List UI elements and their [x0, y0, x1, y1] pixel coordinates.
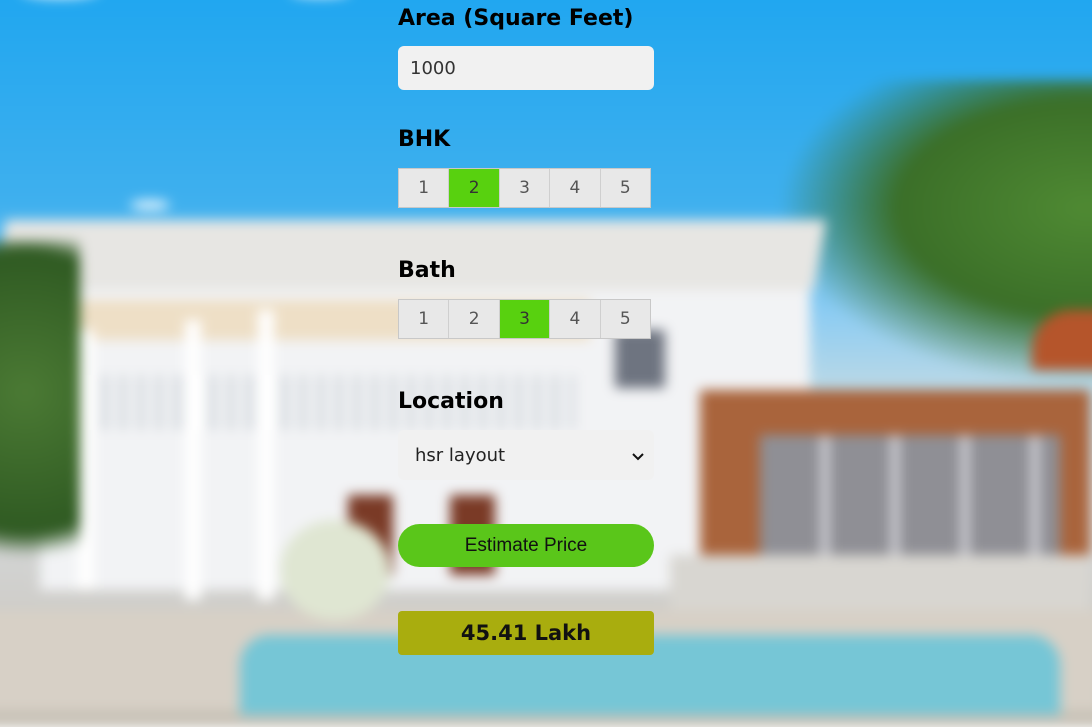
- bhk-option-1[interactable]: 1: [399, 169, 450, 207]
- bath-option-2[interactable]: 2: [449, 300, 500, 338]
- bhk-option-5[interactable]: 5: [600, 169, 651, 207]
- bhk-switch: 1 2 3 4 5: [398, 168, 651, 208]
- bath-option-5[interactable]: 5: [600, 300, 651, 338]
- bhk-label: BHK: [398, 127, 451, 152]
- location-select[interactable]: hsr layout: [398, 430, 654, 480]
- bhk-option-3[interactable]: 3: [499, 169, 551, 207]
- bath-option-1[interactable]: 1: [399, 300, 450, 338]
- location-selected-value: hsr layout: [415, 444, 506, 466]
- bath-option-3[interactable]: 3: [499, 300, 551, 338]
- estimated-price-result: 45.41 Lakh: [398, 611, 654, 655]
- location-label: Location: [398, 389, 504, 414]
- chevron-down-icon: [632, 446, 644, 465]
- bhk-option-4[interactable]: 4: [550, 169, 601, 207]
- bath-label: Bath: [398, 258, 456, 283]
- bhk-option-2[interactable]: 2: [449, 169, 500, 207]
- bath-switch: 1 2 3 4 5: [398, 299, 651, 339]
- estimate-price-button[interactable]: Estimate Price: [398, 524, 654, 567]
- area-label: Area (Square Feet): [398, 6, 634, 31]
- area-input[interactable]: [398, 46, 654, 90]
- bath-option-4[interactable]: 4: [550, 300, 601, 338]
